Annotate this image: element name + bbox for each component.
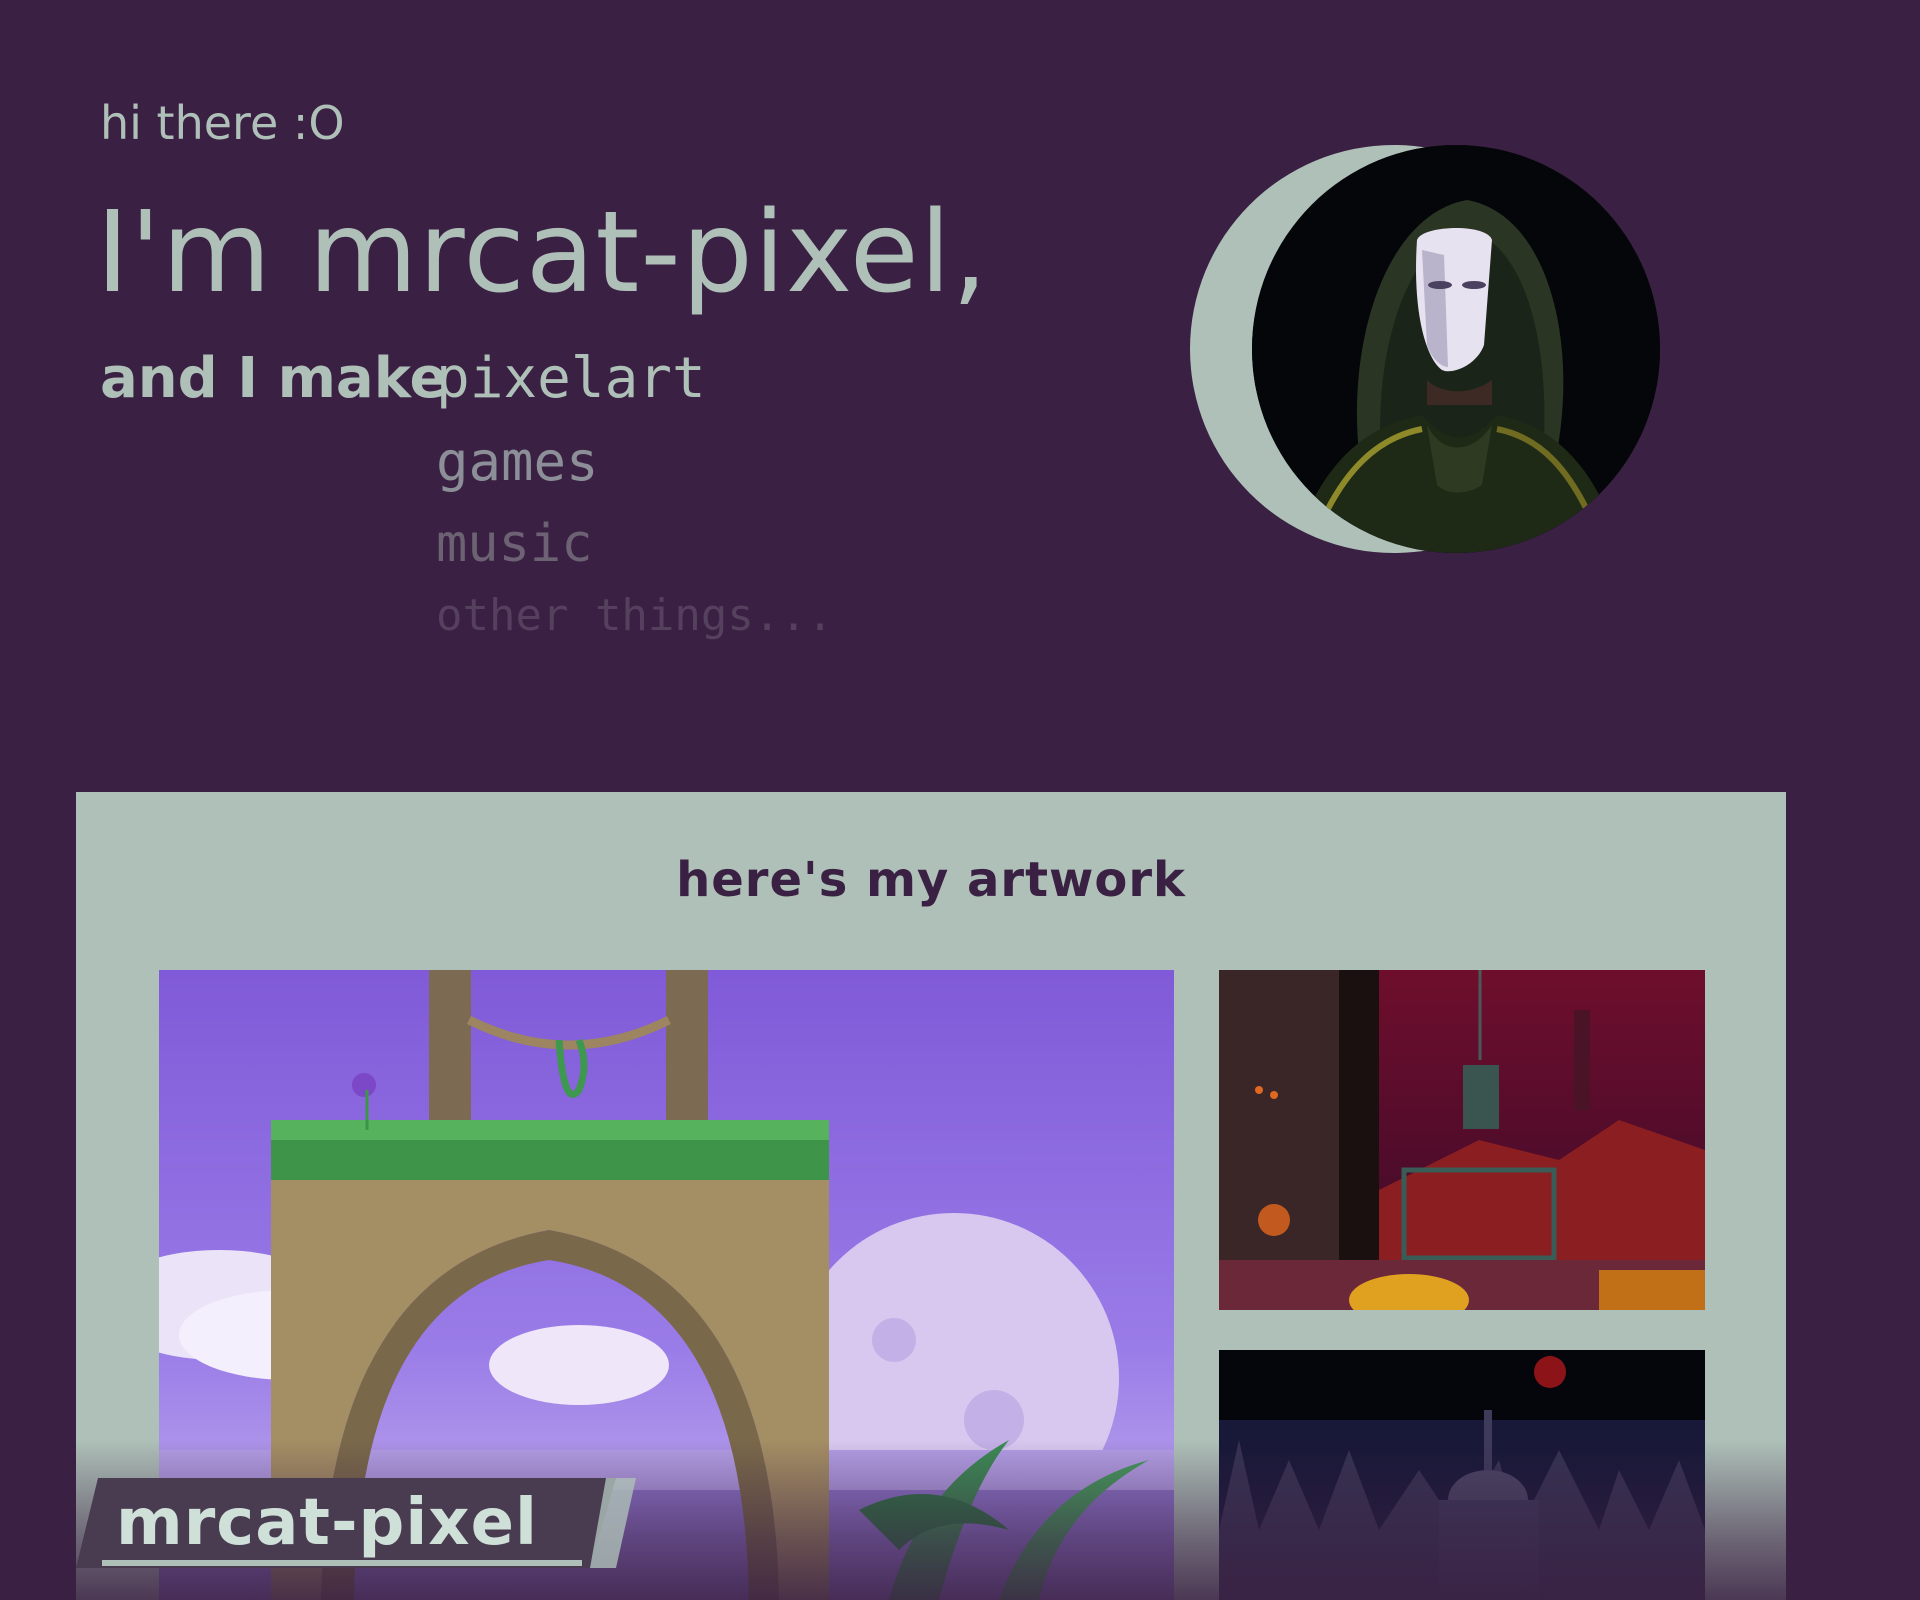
hero-name-heading: I'm mrcat-pixel, [96,188,989,318]
mrcat-pixel-logo: mrcat-pixel [76,1478,636,1574]
red-castle-scene [1219,970,1705,1310]
logo-text: mrcat-pixel [116,1486,538,1560]
make-item-games: games [436,430,599,493]
artwork-thumb-night-castle[interactable] [1219,1350,1705,1600]
avatar-container [1190,145,1660,553]
night-castle-scene [1219,1350,1705,1600]
artwork-title: here's my artwork [676,852,1186,908]
make-item-pixelart: pixelart [436,346,706,411]
artwork-thumb-red-castle[interactable] [1219,970,1705,1310]
make-item-music: music [436,514,593,574]
greeting-text: hi there :O [100,96,345,150]
make-list: pixelart games music other things... [436,346,833,641]
hooded-figure-image [1252,145,1660,553]
make-item-other: other things... [436,590,834,641]
make-label: and I make [100,346,448,411]
avatar [1252,145,1660,553]
